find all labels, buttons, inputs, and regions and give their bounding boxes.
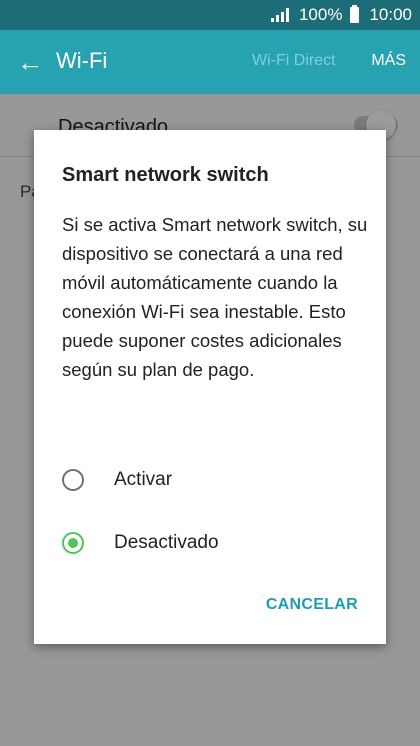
wifi-direct-button[interactable]: Wi-Fi Direct — [252, 52, 336, 70]
radio-unchecked-icon[interactable] — [62, 469, 84, 491]
smart-network-switch-dialog: Smart network switch Si se activa Smart … — [34, 130, 386, 644]
battery-icon — [350, 5, 360, 23]
option-label: Desactivado — [114, 532, 219, 553]
more-button[interactable]: MÁS — [371, 52, 406, 70]
radio-checked-icon[interactable] — [62, 532, 84, 554]
cancel-button[interactable]: CANCELAR — [266, 596, 358, 614]
arrow-left-icon[interactable]: ← — [14, 46, 46, 78]
status-icons: 100% 10:00 — [270, 0, 412, 30]
dialog-message: Si se activa Smart network switch, su di… — [62, 214, 368, 380]
clock: 10:00 — [369, 5, 412, 24]
option-label: Activar — [114, 469, 173, 490]
signal-strength-icon — [270, 8, 289, 22]
battery-percent: 100% — [298, 5, 343, 24]
option-activar[interactable]: Activar — [62, 461, 362, 501]
dialog-title: Smart network switch — [62, 164, 269, 186]
status-bar: 100% 10:00 — [0, 0, 420, 30]
option-desactivado[interactable]: Desactivado — [62, 524, 362, 564]
app-bar: ← Wi-Fi Wi-Fi Direct MÁS — [0, 30, 420, 94]
page-title: Wi-Fi — [56, 48, 108, 73]
